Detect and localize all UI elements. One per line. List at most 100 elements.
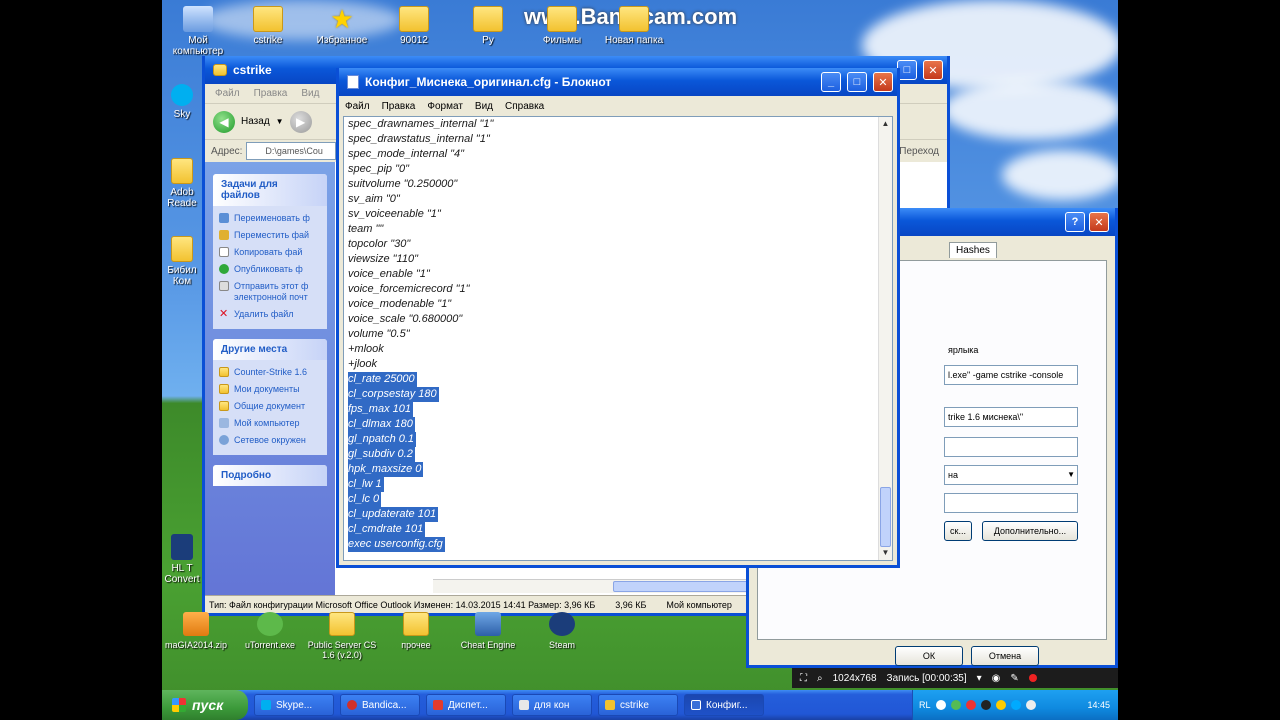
notepad-window: Конфиг_Миснека_оригинал.cfg - Блокнот _ … [336, 68, 900, 568]
desktop-icon-public-server[interactable]: Public Server CS 1.6 (v.2.0) [302, 612, 382, 660]
folder-icon [219, 384, 229, 394]
shortcut-key-field[interactable] [944, 437, 1078, 457]
desktop-icon-utorrent[interactable]: uTorrent.exe [230, 612, 310, 650]
desktop-icon-hl-converter[interactable]: HL T Convert [162, 534, 202, 585]
record-area-icon[interactable]: ⛶ [800, 673, 807, 684]
maximize-button[interactable]: □ [847, 72, 867, 92]
task-delete[interactable]: ✕ Удалить файл [219, 306, 321, 323]
desktop-icon-folder[interactable]: Бибил Ком [162, 236, 202, 287]
taskbar-item-skype[interactable]: Skype... [254, 694, 334, 716]
maximize-button[interactable]: □ [897, 60, 917, 80]
minimize-button[interactable]: _ [821, 72, 841, 92]
other-places-header[interactable]: Другие места [213, 339, 327, 360]
menu-edit[interactable]: Правка [254, 88, 288, 99]
camera-icon[interactable]: ◉ [992, 673, 1001, 684]
close-button[interactable]: ✕ [873, 72, 893, 92]
back-arrow-icon[interactable]: ◀ [213, 110, 235, 133]
folder-icon [399, 6, 429, 32]
scrollbar-thumb[interactable] [880, 487, 891, 547]
menu-file[interactable]: Файл [215, 88, 240, 99]
target-field[interactable]: l.exe" -game cstrike -console [944, 365, 1078, 385]
scroll-down-icon[interactable]: ▼ [879, 546, 892, 560]
scroll-up-icon[interactable]: ▲ [879, 117, 892, 131]
taskbar-item-bandicam[interactable]: Bandica... [340, 694, 420, 716]
menu-view[interactable]: Вид [475, 101, 493, 112]
tray-icon[interactable] [935, 700, 946, 710]
pencil-icon[interactable]: ✎ [1010, 673, 1018, 684]
desktop-icon-favorites[interactable]: ★ Избранное [306, 6, 378, 46]
details-header[interactable]: Подробно [213, 465, 327, 486]
cancel-button[interactable]: Отмена [971, 646, 1039, 666]
task-email[interactable]: Отправить этот ф электронной почт [219, 278, 321, 306]
close-button[interactable]: ✕ [1089, 212, 1109, 232]
tray-icon[interactable] [965, 700, 976, 710]
taskbar-item-folder[interactable]: для кон [512, 694, 592, 716]
help-button[interactable]: ? [1065, 212, 1085, 232]
taskbar-item-task-manager[interactable]: Диспет... [426, 694, 506, 716]
desktop-icon-skype[interactable]: Sky [162, 84, 202, 120]
chevron-down-icon[interactable]: ▼ [276, 117, 284, 126]
desktop-icon-folder[interactable]: Новая папка [598, 6, 670, 46]
task-publish[interactable]: Опубликовать ф [219, 261, 321, 278]
menu-edit[interactable]: Правка [382, 101, 416, 112]
tray-icon[interactable] [950, 700, 961, 710]
menu-file[interactable]: Файл [345, 101, 370, 112]
tab-hashes[interactable]: Hashes [949, 242, 997, 258]
place-counter-strike[interactable]: Counter-Strike 1.6 [219, 364, 321, 381]
notepad-title-bar[interactable]: Конфиг_Миснека_оригинал.cfg - Блокнот _ … [339, 68, 897, 96]
editor-line: exec userconfig.cfg [348, 537, 445, 552]
task-copy[interactable]: Копировать фай [219, 244, 321, 261]
ok-button[interactable]: ОК [895, 646, 963, 666]
start-in-field[interactable]: trike 1.6 миснека\" [944, 407, 1078, 427]
tray-icon[interactable] [995, 700, 1006, 710]
start-button[interactable]: пуск [162, 690, 248, 720]
magnifier-icon[interactable]: ⌕ [817, 673, 823, 684]
place-my-computer[interactable]: Мой компьютер [219, 415, 321, 432]
network-icon [219, 435, 229, 445]
place-network[interactable]: Сетевое окружен [219, 432, 321, 449]
language-indicator[interactable]: RL [919, 700, 931, 710]
menu-help[interactable]: Справка [505, 101, 544, 112]
place-my-documents[interactable]: Мои документы [219, 381, 321, 398]
address-input[interactable]: D:\games\Cou [246, 142, 337, 160]
forward-arrow-icon[interactable]: ▶ [289, 110, 312, 133]
record-icon[interactable] [1028, 674, 1037, 682]
find-target-button[interactable]: ск... [944, 521, 972, 541]
folder-icon [219, 367, 229, 377]
taskbar-item-cstrike[interactable]: cstrike [598, 694, 678, 716]
steam-icon [549, 612, 575, 636]
copy-icon [219, 247, 229, 257]
task-rename[interactable]: Переименовать ф [219, 210, 321, 227]
system-tray: RL 14:45 [912, 690, 1118, 720]
back-button-label[interactable]: Назад [241, 116, 270, 127]
desktop-icon-folder[interactable]: Фильмы [526, 6, 598, 46]
taskbar-item-notepad[interactable]: Конфиг... [684, 694, 764, 716]
advanced-button[interactable]: Дополнительно... [982, 521, 1078, 541]
menu-format[interactable]: Формат [427, 101, 463, 112]
file-tasks-header[interactable]: Задачи для файлов [213, 174, 327, 206]
menu-view[interactable]: Вид [301, 88, 319, 99]
desktop-icon-cheat-engine[interactable]: Cheat Engine [448, 612, 528, 650]
close-button[interactable]: ✕ [923, 60, 943, 80]
editor-line: team "" [348, 223, 384, 235]
volume-icon[interactable] [1025, 700, 1036, 710]
desktop-icon-adobe-reader[interactable]: Adob Reade [162, 158, 202, 209]
desktop-icon-folder[interactable]: Ру [452, 6, 524, 46]
chevron-down-icon[interactable]: ▾ [977, 673, 982, 684]
desktop-icon-cstrike[interactable]: cstrike [232, 6, 304, 46]
desktop-icon-misc[interactable]: прочее [376, 612, 456, 650]
desktop-icon-my-computer[interactable]: Мой компьютер [162, 6, 234, 57]
desktop-icon-folder[interactable]: 90012 [378, 6, 450, 46]
desktop-icon-archive[interactable]: maGIA2014.zip [162, 612, 236, 650]
editor-line: sv_aim "0" [348, 193, 400, 205]
go-button[interactable]: Переход [899, 146, 939, 157]
run-select[interactable]: на ▼ [944, 465, 1078, 485]
desktop-icon-steam[interactable]: Steam [522, 612, 602, 650]
comment-field[interactable] [944, 493, 1078, 513]
place-shared-documents[interactable]: Общие документ [219, 398, 321, 415]
vertical-scrollbar[interactable]: ▲ ▼ [878, 117, 892, 560]
text-editor[interactable]: spec_drawnames_internal "1" spec_drawstat… [343, 116, 893, 561]
tray-icon[interactable] [1010, 700, 1021, 710]
tray-icon[interactable] [980, 700, 991, 710]
task-move[interactable]: Переместить фай [219, 227, 321, 244]
